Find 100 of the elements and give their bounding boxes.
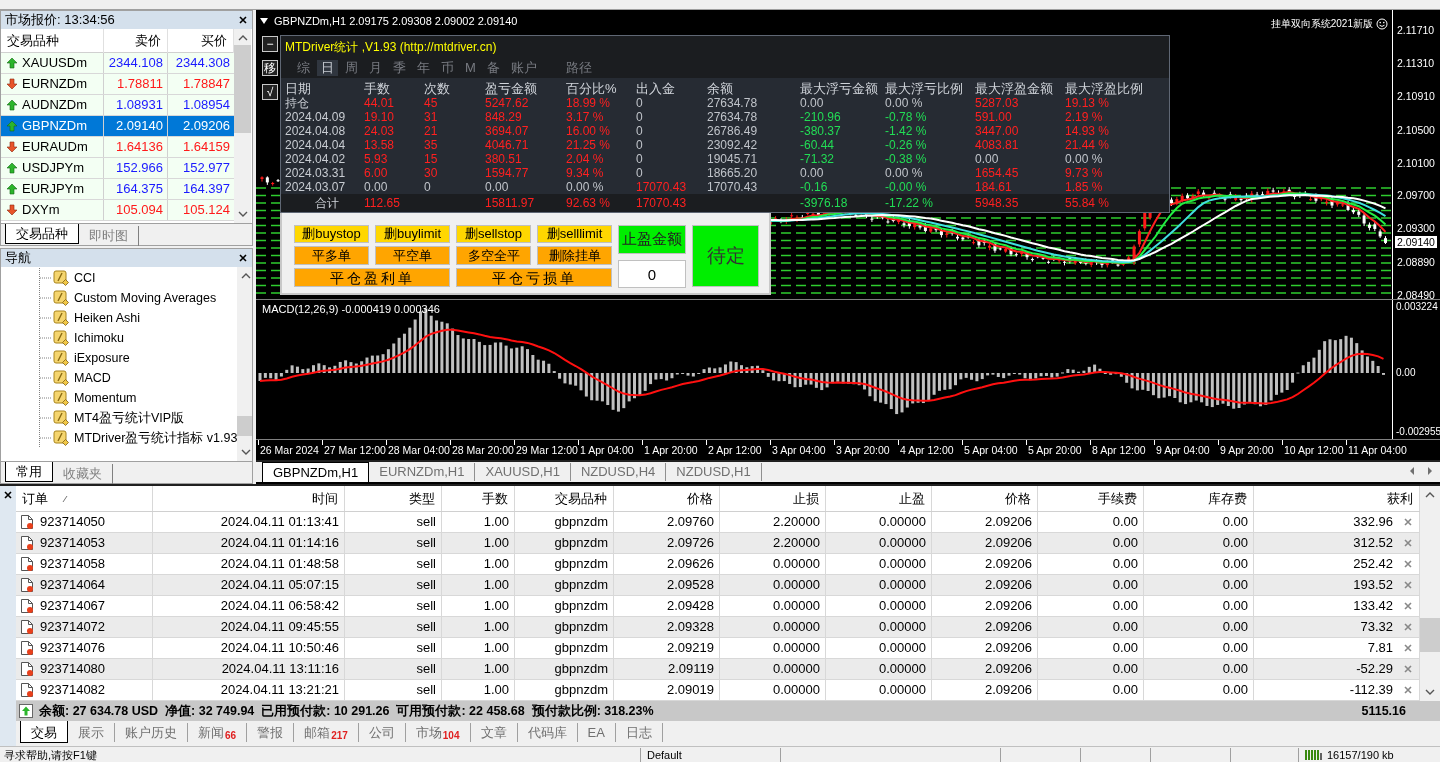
column-header[interactable]: 手续费 [1098, 490, 1137, 507]
navigator-item[interactable]: MTDriver盈亏统计指标 v1.93 [74, 429, 238, 447]
column-header[interactable]: 时间 [312, 490, 338, 507]
column-header[interactable]: 价格 [687, 490, 713, 507]
close-icon[interactable] [3, 490, 13, 500]
tab[interactable]: 币 [437, 60, 458, 76]
chevron-down-icon[interactable] [239, 447, 252, 457]
action-button[interactable]: 删除挂单 [537, 246, 612, 265]
tab[interactable]: 即时图 [79, 226, 139, 246]
order-row[interactable]: 923714082 2024.04.11 13:21:21 sell 1.00 gbpnzdm 2.09019 0.00000 0.00000 2.09206 0.00 0.00 -112.39 [16, 680, 1420, 701]
order-row[interactable]: 923714067 2024.04.11 06:58:42 sell 1.00 gbpnzdm 2.09428 0.00000 0.00000 2.09206 0.00 0.00 133.42 [16, 596, 1420, 617]
navigator-item[interactable]: iExposure [74, 349, 130, 367]
terminal-tab[interactable]: 公司 [358, 723, 406, 742]
quote-row[interactable]: EURJPYm 164.375 164.397 [1, 179, 234, 200]
navigator-item[interactable]: Momentum [74, 389, 137, 407]
terminal-tab[interactable]: EA [577, 723, 616, 742]
terminal-tab[interactable]: 代码库 [517, 723, 578, 742]
column-header[interactable]: 价格 [1005, 490, 1031, 507]
side-button[interactable]: − [262, 36, 278, 52]
order-row[interactable]: 923714072 2024.04.11 09:45:55 sell 1.00 gbpnzdm 2.09328 0.00000 0.00000 2.09206 0.00 0.00 73.32 [16, 617, 1420, 638]
tab[interactable]: 周 [341, 60, 362, 76]
quote-row[interactable]: GBPNZDm 2.09140 2.09206 [1, 116, 234, 137]
tab[interactable]: M [461, 60, 480, 76]
order-row[interactable]: 923714050 2024.04.11 01:13:41 sell 1.00 gbpnzdm 2.09760 2.20000 0.00000 2.09206 0.00 0.00 332.96 [16, 512, 1420, 533]
quote-row[interactable]: XAUUSDm 2344.108 2344.308 [1, 53, 234, 74]
terminal-tab[interactable]: 警报 [247, 723, 295, 742]
action-button[interactable]: 删buylimit [375, 225, 450, 243]
chevron-up-icon[interactable] [239, 271, 252, 281]
action-button[interactable]: 删buystop [294, 225, 369, 243]
column-header[interactable]: 交易品种 [555, 490, 607, 507]
chart-tab[interactable]: NZDUSD,H4 [570, 463, 667, 481]
chevron-down-icon[interactable] [236, 209, 249, 219]
action-button[interactable]: 删sellstop [456, 225, 531, 243]
column-header[interactable]: 获利 [1387, 490, 1413, 507]
order-row[interactable]: 923714058 2024.04.11 01:48:58 sell 1.00 gbpnzdm 2.09626 0.00000 0.00000 2.09206 0.00 0.00 252.42 [16, 554, 1420, 575]
action-button[interactable]: 多空全平 [456, 246, 531, 265]
scrollbar-thumb[interactable] [1420, 618, 1440, 652]
chevron-up-icon[interactable] [1424, 490, 1436, 500]
navigator-item[interactable]: MACD [74, 369, 111, 387]
navigator-item[interactable]: Ichimoku [74, 329, 125, 347]
tab[interactable]: 综 [293, 60, 314, 76]
order-row[interactable]: 923714064 2024.04.11 05:07:15 sell 1.00 gbpnzdm 2.09528 0.00000 0.00000 2.09206 0.00 0.00 193.52 [16, 575, 1420, 596]
quote-row[interactable]: DXYm 105.094 105.124 [1, 200, 234, 221]
scrollbar[interactable] [1420, 486, 1440, 701]
close-icon[interactable] [238, 253, 248, 263]
tab[interactable]: 收藏夹 [53, 464, 113, 484]
quote-row[interactable]: USDJPYm 152.966 152.977 [1, 158, 234, 179]
take-profit-button[interactable]: 止盈金额 [618, 225, 686, 254]
column-header[interactable]: 库存费 [1208, 490, 1247, 507]
chart-tab[interactable]: XAUUSD,H1 [475, 463, 571, 481]
tab[interactable]: 日 [317, 60, 338, 76]
order-row[interactable]: 923714080 2024.04.11 13:11:16 sell 1.00 gbpnzdm 2.09119 0.00000 0.00000 2.09206 0.00 0.00 -52.29 [16, 659, 1420, 680]
tab[interactable]: 月 [365, 60, 386, 76]
tab[interactable]: 路径 [561, 60, 596, 76]
tab[interactable]: 季 [389, 60, 410, 76]
terminal-tab[interactable]: 账户历史 [115, 723, 188, 742]
scroll-left-icon[interactable] [1408, 466, 1416, 476]
side-button[interactable]: 移 [262, 60, 278, 76]
navigator-item[interactable]: CCI [74, 269, 96, 287]
terminal-tab[interactable]: 交易 [20, 721, 68, 743]
order-row[interactable]: 923714053 2024.04.11 01:14:16 sell 1.00 gbpnzdm 2.09726 2.20000 0.00000 2.09206 0.00 0.00 312.52 [16, 533, 1420, 554]
action-button[interactable]: 平仓盈利单 [294, 268, 450, 287]
pending-button[interactable]: 待定 [692, 225, 759, 287]
side-button[interactable]: √ [262, 84, 278, 100]
dropdown-triangle-icon[interactable] [260, 18, 268, 24]
terminal-tab[interactable]: 文章 [470, 723, 518, 742]
column-header[interactable]: 止盈 [899, 490, 925, 507]
scroll-right-icon[interactable] [1426, 466, 1434, 476]
navigator-item[interactable]: Heiken Ashi [74, 309, 140, 327]
chart-tab[interactable]: EURNZDm,H1 [369, 463, 476, 481]
action-button[interactable]: 删selllimit [537, 225, 612, 243]
scrollbar[interactable] [237, 267, 252, 461]
take-profit-field[interactable]: 0 [618, 260, 686, 288]
quote-row[interactable]: EURNZDm 1.78811 1.78847 [1, 74, 234, 95]
column-header[interactable]: 手数 [482, 490, 508, 507]
chart-tab[interactable]: NZDUSD,H1 [666, 463, 762, 481]
chart-tab[interactable]: GBPNZDm,H1 [262, 462, 370, 482]
action-button[interactable]: 平多单 [294, 246, 369, 265]
navigator-item[interactable]: Custom Moving Averages [74, 289, 217, 307]
quote-row[interactable]: EURAUDm 1.64136 1.64159 [1, 137, 234, 158]
tab[interactable]: 备 [482, 60, 504, 76]
navigator-item[interactable]: MT4盈亏统计VIP版 [74, 409, 185, 427]
column-header[interactable]: 类型 [409, 490, 435, 507]
tab[interactable]: 常用 [5, 462, 53, 482]
terminal-tab[interactable]: 展示 [68, 723, 115, 742]
tab[interactable]: 年 [413, 60, 434, 76]
order-row[interactable]: 923714076 2024.04.11 10:50:46 sell 1.00 gbpnzdm 2.09219 0.00000 0.00000 2.09206 0.00 0.00 7.81 [16, 638, 1420, 659]
column-header[interactable]: 订单 [22, 490, 48, 507]
tab[interactable]: 账户 [506, 60, 541, 76]
tab[interactable]: 交易品种 [5, 224, 79, 244]
close-icon[interactable] [238, 15, 248, 25]
sort-icon[interactable] [62, 494, 68, 503]
action-button[interactable]: 平仓亏损单 [456, 268, 612, 287]
chevron-up-icon[interactable] [236, 33, 249, 43]
scrollbar[interactable] [234, 29, 251, 223]
column-header[interactable]: 止损 [793, 490, 819, 507]
action-button[interactable]: 平空单 [375, 246, 450, 265]
terminal-tab[interactable]: 日志 [615, 723, 663, 742]
scrollbar-thumb[interactable] [237, 416, 252, 436]
scrollbar-thumb[interactable] [234, 45, 251, 133]
